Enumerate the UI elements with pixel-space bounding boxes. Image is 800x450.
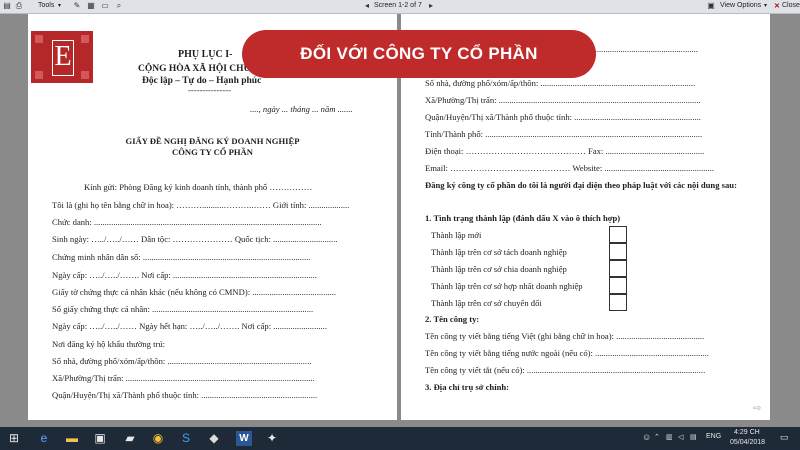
folder-icon[interactable]: ▭ (100, 1, 110, 11)
volume-icon[interactable]: ◁ (678, 433, 683, 441)
form-subtitle: CÔNG TY CỔ PHẦN (172, 147, 253, 157)
status-checkbox-convert[interactable] (609, 294, 627, 311)
title-banner: ĐỐI VỚI CÔNG TY CỔ PHẦN (242, 30, 596, 78)
form-line-street: Số nhà, đường phố/xóm/ấp/thôn: .........… (52, 356, 312, 366)
form-line-title: Chức danh: .............................… (52, 217, 322, 227)
status-item-convert: Thành lập trên cơ sở chuyển đổi (431, 298, 542, 308)
close-button[interactable]: Close (782, 2, 800, 9)
form-line-email: Email: …………………………………… Website: .........… (425, 163, 714, 173)
form-line-street-2: Số nhà, đường phố/xóm/ấp/thôn: .........… (425, 78, 696, 88)
save-icon[interactable]: ▤ (2, 1, 12, 11)
keyboard-icon[interactable]: ▤ (690, 433, 697, 441)
annex-title: PHỤ LỤC I- (178, 49, 233, 60)
screen-indicator: Screen 1-2 of 7 (374, 2, 422, 9)
form-line-province: Tỉnh/Thành phố: ........................… (425, 129, 703, 139)
status-checkbox-split[interactable] (609, 243, 627, 260)
form-line-ward-2: Xã/Phường/Thị trấn: ....................… (425, 95, 701, 105)
clock-time[interactable]: 4:29 CH (734, 429, 760, 436)
chrome-icon[interactable]: ◉ (150, 431, 166, 446)
section-1-heading: 1. Tình trạng thành lập (đánh dấu X vào … (425, 213, 621, 223)
pen-icon[interactable]: ✎ (72, 1, 82, 11)
search-icon[interactable]: ⌕ (114, 1, 124, 11)
section-2-heading: 2. Tên công ty: (425, 314, 480, 324)
tool-app-icon[interactable]: ✦ (264, 431, 280, 446)
company-name-foreign: Tên công ty viết bằng tiếng nước ngoài (… (425, 348, 709, 358)
notifications-icon[interactable]: ▭ (780, 432, 789, 443)
word-icon[interactable]: W (236, 431, 252, 446)
form-title: GIẤY ĐỀ NGHỊ ĐĂNG KÝ DOANH NGHIỆP (125, 136, 300, 146)
status-item-new: Thành lập mới (431, 230, 482, 240)
tools-menu[interactable]: Tools (38, 2, 54, 9)
form-line-issue: Ngày cấp: …../…../……. Nơi cấp: .........… (52, 270, 317, 280)
status-item-divide: Thành lập trên cơ sở chia doanh nghiệp (431, 264, 567, 274)
form-line-doc-number: Số giấy chứng thực cá nhân: ............… (52, 304, 314, 314)
windows-taskbar: ⊞ e ▬ ▣ ▰ ◉ S ◆ W ✦ ☺ ⌃ ▥ ◁ ▤ ENG 4:29 C… (0, 427, 800, 450)
edge-browser-icon[interactable]: e (36, 431, 52, 446)
people-icon[interactable]: ☺ (642, 432, 651, 442)
company-name-abbreviation: Tên công ty viết tắt (nếu có): .........… (425, 365, 706, 375)
form-line-other-doc: Giấy tờ chứng thực cá nhân khác (nếu khô… (52, 287, 337, 297)
skype-icon[interactable]: S (178, 431, 194, 446)
network-icon[interactable]: ▥ (666, 433, 673, 441)
recipient-line: Kính gửi: Phòng Đăng ký kinh doanh tỉnh,… (84, 182, 313, 192)
status-item-merge: Thành lập trên cơ sở hợp nhất doanh nghi… (431, 281, 583, 291)
next-screen-icon[interactable]: ▸ (426, 1, 436, 11)
section-3-heading: 3. Địa chỉ trụ sở chính: (425, 382, 510, 392)
media-app-icon[interactable]: ▰ (122, 431, 138, 446)
status-checkbox-divide[interactable] (609, 260, 627, 277)
status-item-split: Thành lập trên cơ sở tách doanh nghiệp (431, 247, 567, 257)
prev-screen-icon[interactable]: ◂ (362, 1, 372, 11)
form-line-district-2: Quận/Huyện/Thị xã/Thành phố thuộc tỉnh: … (425, 112, 701, 122)
logo-letter: E (52, 40, 74, 76)
clock-date[interactable]: 05/04/2018 (730, 439, 765, 446)
form-line-ward: Xã/Phường/Thị trấn: ....................… (52, 373, 315, 383)
close-icon[interactable]: ✕ (774, 2, 780, 10)
form-line-residence: Nơi đăng ký hộ khẩu thường trú: (52, 339, 166, 349)
next-page-arrow-icon[interactable]: ⇨ (753, 404, 761, 414)
start-windows-icon[interactable]: ⊞ (6, 431, 22, 446)
status-checkbox-merge[interactable] (609, 277, 627, 294)
motto-rule: --------------- (188, 85, 231, 95)
view-options-chevron-icon[interactable]: ▾ (764, 2, 767, 9)
tools-chevron-icon[interactable]: ▾ (58, 2, 61, 9)
view-options-icon[interactable]: ▣ (706, 1, 716, 11)
form-line-id: Chứng minh nhân dân số: ................… (52, 252, 311, 262)
form-line-doc-dates: Ngày cấp: …../…../…… Ngày hết hạn: …../…… (52, 321, 327, 331)
status-checkbox-new[interactable] (609, 226, 627, 243)
company-name-vietnamese: Tên công ty viết bằng tiếng Việt (ghi bằ… (425, 331, 705, 341)
app-icon[interactable]: ◆ (206, 431, 222, 446)
form-line-name: Tôi là (ghi họ tên bằng chữ in hoa): ………… (52, 200, 350, 210)
tray-chevron-icon[interactable]: ⌃ (654, 433, 660, 441)
representative-heading: Đăng ký công ty cổ phần do tôi là người … (425, 180, 737, 190)
reader-toolbar: ▤ ⎙ Tools ▾ ✎ ▦ ▭ ⌕ ◂ Screen 1-2 of 7 ▸ … (0, 0, 800, 14)
store-icon[interactable]: ▣ (92, 431, 108, 446)
date-line: ...., ngày ... tháng ... năm ....... (250, 104, 353, 114)
form-line-birth: Sinh ngày: …../…../…… Dân tộc: ………………… Q… (52, 234, 338, 244)
form-line-district: Quận/Huyện/Thị xã/Thành phố thuộc tỉnh: … (52, 390, 318, 400)
language-indicator[interactable]: ENG (706, 433, 721, 440)
highlight-icon[interactable]: ▦ (86, 1, 96, 11)
brand-logo: E (31, 31, 93, 83)
print-icon[interactable]: ⎙ (14, 1, 24, 11)
file-explorer-icon[interactable]: ▬ (64, 431, 80, 446)
form-line-phone: Điện thoại: …………………………………… Fax: ........… (425, 146, 705, 156)
view-options-button[interactable]: View Options (720, 2, 761, 9)
